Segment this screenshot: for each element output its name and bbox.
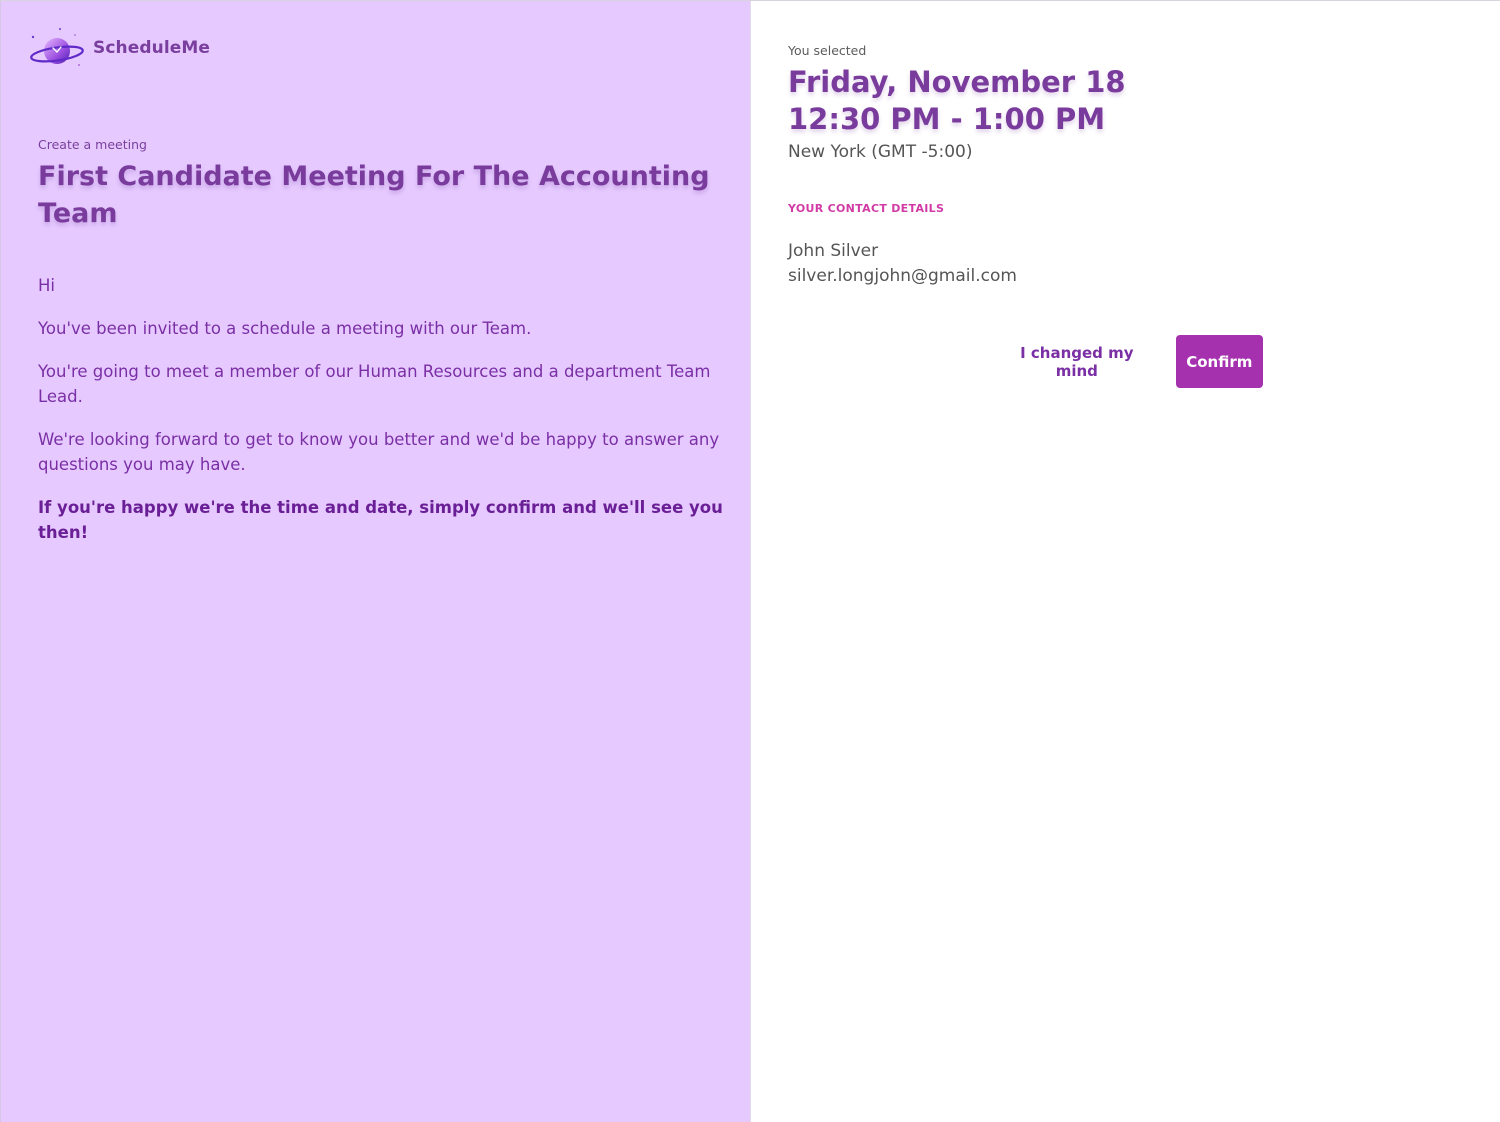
greeting-paragraph: Hi <box>38 276 55 295</box>
planet-clock-icon <box>30 28 84 66</box>
meeting-title: First Candidate Meeting For The Accounti… <box>38 161 710 229</box>
contact-name: John Silver <box>788 241 879 261</box>
brand-name: ScheduleMe <box>93 38 211 58</box>
meeting-message: Hi You've been invited to a schedule a m… <box>38 273 728 545</box>
schedule-page: ScheduleMe Create a meeting First Candid… <box>0 0 1500 1122</box>
attendees-paragraph: You're going to meet a member of our Hum… <box>38 362 711 406</box>
selected-date: Friday, November 18 <box>788 65 1126 99</box>
confirm-instruction-paragraph: If you're happy we're the time and date,… <box>38 498 723 542</box>
questions-paragraph: We're looking forward to get to know you… <box>38 430 720 474</box>
selected-label: You selected <box>788 43 867 58</box>
meeting-info-panel: ScheduleMe Create a meeting First Candid… <box>0 1 750 1122</box>
selection-summary: You selected Friday, November 18 12:30 P… <box>788 43 1388 289</box>
confirm-button[interactable]: Confirm <box>1175 335 1263 388</box>
selected-timezone: New York (GMT -5:00) <box>788 142 973 162</box>
contact-section-label: YOUR CONTACT DETAILS <box>788 202 945 215</box>
invite-paragraph: You've been invited to a schedule a meet… <box>38 319 532 338</box>
selected-time: 12:30 PM - 1:00 PM <box>788 102 1106 136</box>
confirmation-panel: You selected Friday, November 18 12:30 P… <box>751 1 1500 1122</box>
action-buttons: I changed my mind Confirm <box>1001 335 1263 388</box>
brand[interactable]: ScheduleMe <box>29 25 210 71</box>
changed-mind-button[interactable]: I changed my mind <box>1001 344 1153 380</box>
contact-email: silver.longjohn@gmail.com <box>788 266 1017 286</box>
page-eyebrow: Create a meeting <box>38 137 147 152</box>
meeting-details: Create a meeting First Candidate Meeting… <box>38 137 728 563</box>
